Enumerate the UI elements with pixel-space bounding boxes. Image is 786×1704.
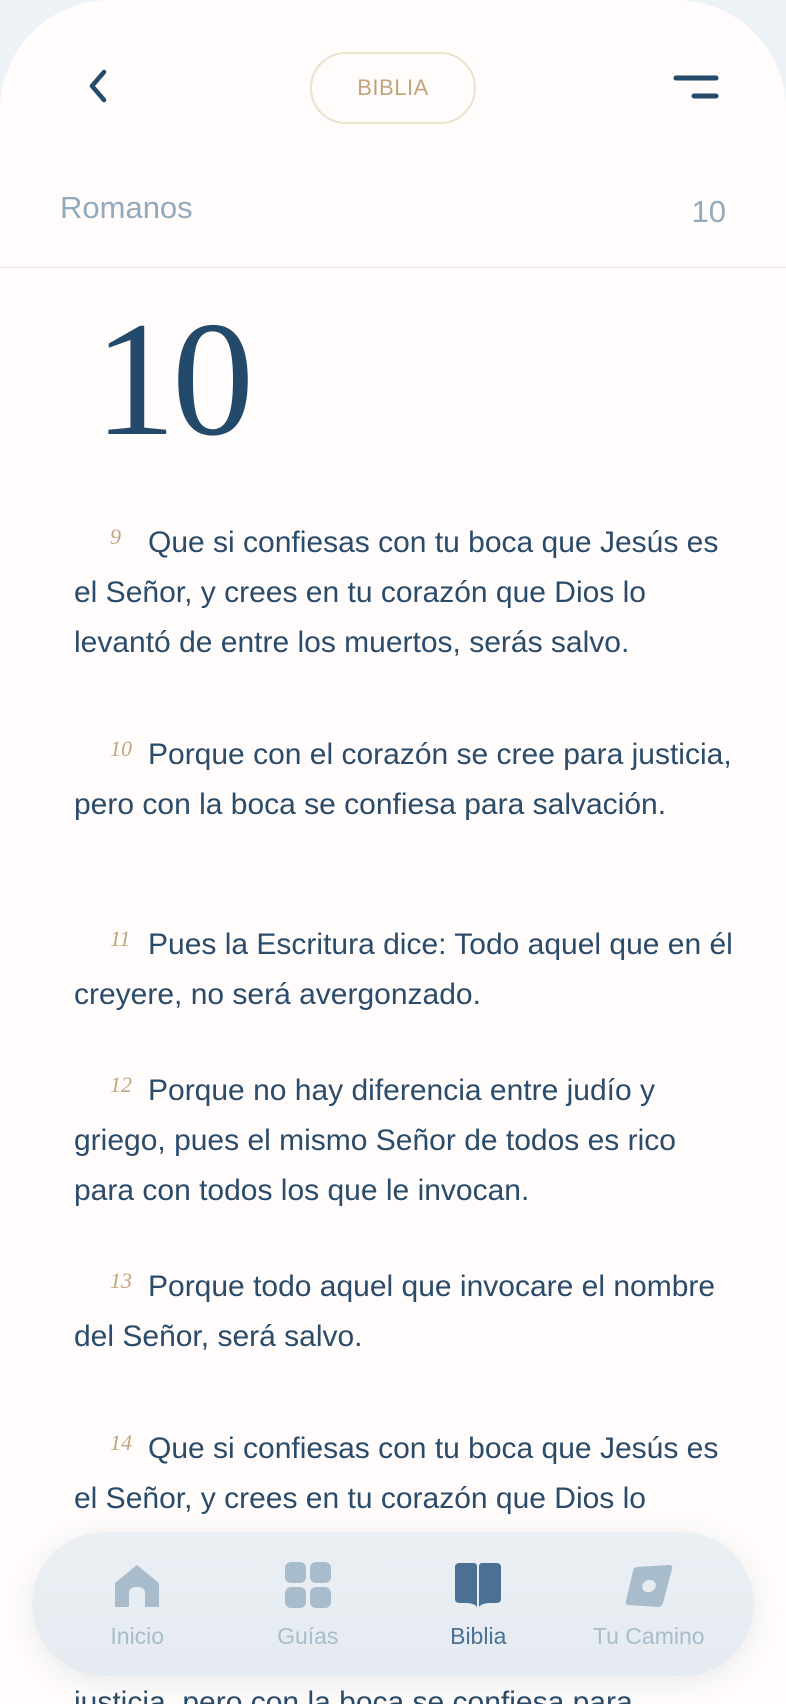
verse[interactable]: 14 Que si confiesas con tu boca que Jesús…: [74, 1418, 734, 1524]
verse-number: 11: [110, 926, 131, 951]
nav-label: Biblia: [450, 1622, 507, 1649]
verse[interactable]: 13 Porque todo aquel que invocare el nomb…: [74, 1256, 734, 1362]
book-icon: [455, 1562, 502, 1607]
verse-text: Porque no hay diferencia entre judío y g…: [74, 1074, 676, 1207]
nav-item-tu-camino[interactable]: Tu Camino: [569, 1544, 729, 1664]
verse-text: Porque con el corazón se cree para justi…: [74, 738, 732, 821]
chapter-selector[interactable]: 10: [692, 194, 726, 230]
chapter-number-heading: 10: [94, 289, 254, 470]
bottom-navigation: Inicio Guías Biblia Tu Camino: [32, 1532, 754, 1676]
verse[interactable]: 9 Que si confiesas con tu boca que Jesús …: [74, 512, 734, 668]
nav-label: Tu Camino: [592, 1622, 705, 1649]
nav-item-guias[interactable]: Guías: [228, 1544, 388, 1664]
home-icon: [115, 1564, 160, 1607]
grid-icon: [284, 1561, 331, 1608]
back-chevron-icon[interactable]: [78, 66, 118, 106]
verse[interactable]: 12 Porque no hay diferencia entre judío y…: [74, 1060, 734, 1216]
compass-icon: [625, 1564, 672, 1607]
verse[interactable]: 10 Porque con el corazón se cree para jus…: [74, 724, 734, 830]
nav-label: Guías: [277, 1622, 339, 1649]
chapter-subheader[interactable]: Romanos 10: [0, 170, 786, 268]
nav-item-inicio[interactable]: Inicio: [57, 1544, 217, 1664]
verse-continuation: justicia, pero con la boca se confiesa p…: [74, 1686, 633, 1704]
book-name[interactable]: Romanos: [60, 190, 193, 226]
nav-item-biblia[interactable]: Biblia: [398, 1544, 558, 1664]
verse-number: 12: [110, 1072, 132, 1097]
verse-text: Porque todo aquel que invocare el nombre…: [74, 1270, 716, 1353]
verse-text: Pues la Escritura dice: Todo aquel que e…: [74, 928, 733, 1011]
bible-section-pill[interactable]: BIBLIA: [310, 52, 476, 124]
verse-number: 10: [110, 736, 132, 761]
verse-number: 13: [110, 1268, 132, 1293]
verse[interactable]: 11 Pues la Escritura dice: Todo aquel que…: [74, 914, 734, 1020]
verse-number: 14: [110, 1430, 132, 1455]
pill-label: BIBLIA: [357, 75, 429, 100]
verse-number: 9: [110, 524, 121, 549]
nav-label: Inicio: [110, 1622, 165, 1649]
verse-text: Que si confiesas con tu boca que Jesús e…: [74, 1432, 719, 1515]
menu-icon[interactable]: [672, 70, 720, 104]
bible-reader-screen: BIBLIA Romanos 10 10 9 Que si confiesas c…: [0, 0, 786, 1704]
verse-text: Que si confiesas con tu boca que Jesús e…: [74, 526, 719, 659]
